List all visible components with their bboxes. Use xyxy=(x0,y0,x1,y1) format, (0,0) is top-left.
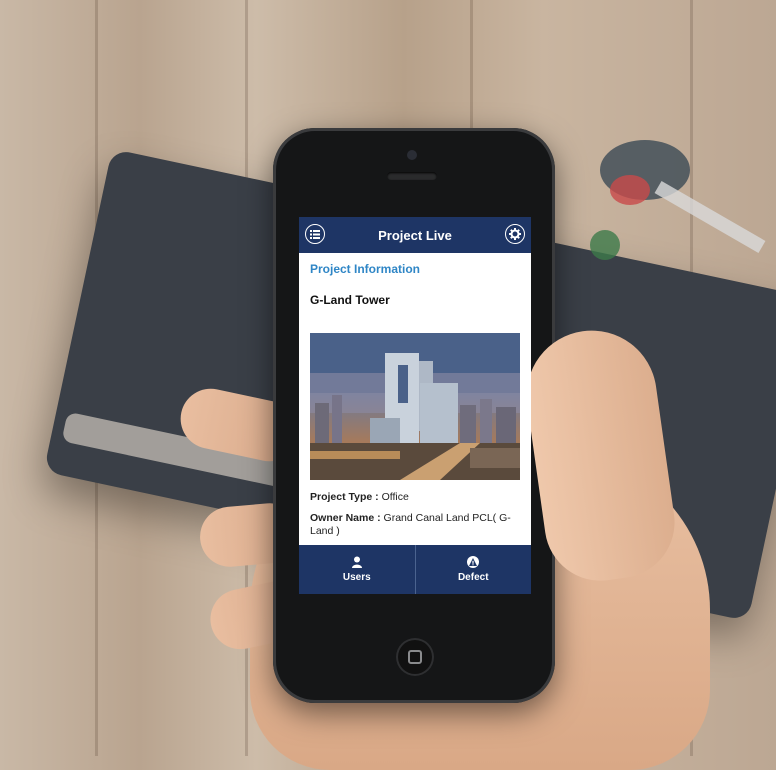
home-button[interactable] xyxy=(396,638,434,676)
warning-icon xyxy=(467,556,480,568)
background-object xyxy=(654,180,766,254)
app-title: Project Live xyxy=(378,227,452,243)
owner-name-label: Owner Name : xyxy=(310,512,381,524)
user-icon xyxy=(351,556,362,568)
app-header: Project Live xyxy=(299,217,531,253)
earpiece-speaker xyxy=(387,172,437,180)
menu-list-icon[interactable] xyxy=(305,224,325,244)
project-type-row: Project Type : Office xyxy=(310,491,522,504)
tab-defect-label: Defect xyxy=(457,572,489,583)
gear-icon[interactable] xyxy=(505,224,525,244)
project-type-label: Project Type : xyxy=(310,491,379,503)
project-image[interactable] xyxy=(310,333,520,480)
tab-users-label: Users xyxy=(342,572,371,583)
project-name: G-Land Tower xyxy=(310,293,390,307)
front-camera xyxy=(407,150,417,160)
project-type-value: Office xyxy=(381,491,409,503)
background-object xyxy=(610,175,650,205)
tab-defect[interactable]: Defect xyxy=(414,545,532,594)
bottom-tab-bar: Users Defect xyxy=(299,545,531,594)
background-object xyxy=(590,230,620,260)
section-title: Project Information xyxy=(310,262,421,276)
app-screen: Project Live Project Information G-Land … xyxy=(299,217,531,594)
owner-name-row: Owner Name : Grand Canal Land PCL( G-Lan… xyxy=(310,512,522,538)
tab-users[interactable]: Users xyxy=(299,545,415,594)
